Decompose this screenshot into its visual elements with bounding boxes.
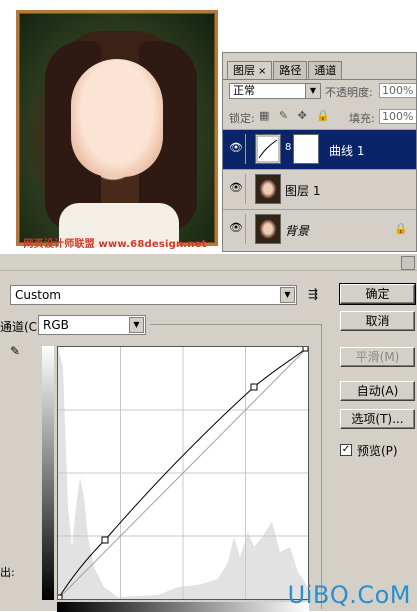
opacity-input[interactable]: 100% xyxy=(379,83,416,98)
curves-thumbnail-icon xyxy=(255,134,281,164)
site-logo: UiBQ.CoM xyxy=(287,581,411,609)
link-icon: 8 xyxy=(285,142,292,153)
options-button[interactable]: 选项(T)... xyxy=(340,409,415,429)
fill-label: 填充: xyxy=(349,112,375,125)
tab-layers-label: 图层 xyxy=(233,64,255,77)
layer-row-background[interactable]: 👁 背景 🔒 xyxy=(223,209,416,249)
lock-icon: 🔒 xyxy=(394,222,408,235)
curve-point[interactable] xyxy=(250,383,258,391)
preset-select[interactable]: Custom ▼ xyxy=(10,285,297,305)
channel-value: RGB xyxy=(43,318,69,332)
tab-layers[interactable]: 图层 × xyxy=(227,61,273,80)
lock-icons[interactable]: ▦ ✎ ✥ 🔒 xyxy=(259,109,333,122)
blend-mode-value: 正常 xyxy=(233,84,255,97)
face xyxy=(71,59,163,177)
auto-button[interactable]: 自动(A) xyxy=(340,381,415,401)
close-icon[interactable] xyxy=(401,256,415,270)
tab-paths[interactable]: 路径 xyxy=(273,61,308,79)
curve-point[interactable] xyxy=(56,594,63,601)
curves-dialog: Custom ▼ ⇶ 通道(C): RGB ▼ ✎ 确定 取消 平滑(M) 自动… xyxy=(0,252,417,612)
tab-channels[interactable]: 通道 xyxy=(308,61,343,79)
lock-label: 锁定: xyxy=(229,112,255,125)
layer-name: 背景 xyxy=(285,224,310,238)
opacity-label: 不透明度: xyxy=(325,86,373,99)
photo-watermark: 网页设计师联盟 www.68design.net xyxy=(23,239,207,250)
portrait-photo xyxy=(16,10,218,247)
output-gradient-bar xyxy=(42,346,54,600)
divider xyxy=(321,324,322,609)
output-label: 出: xyxy=(0,566,15,579)
preset-options-icon[interactable]: ⇶ xyxy=(308,287,318,301)
eye-icon[interactable]: 👁 xyxy=(229,222,243,234)
cancel-button[interactable]: 取消 xyxy=(340,311,415,331)
curve-point[interactable] xyxy=(302,345,309,352)
layer-mask-thumbnail xyxy=(293,134,319,164)
fill-input[interactable]: 100% xyxy=(379,109,416,124)
preview-label: 预览(P) xyxy=(357,444,398,458)
curves-graph-svg[interactable] xyxy=(56,345,309,601)
layer-row-curves[interactable]: 👁 8 曲线 1 xyxy=(223,129,416,169)
photo-area: 网页设计师联盟 www.68design.net xyxy=(0,0,230,252)
blend-mode-select[interactable]: 正常 ▼ xyxy=(229,83,321,99)
channel-select[interactable]: RGB ▼ xyxy=(38,315,146,335)
curve-point[interactable] xyxy=(101,536,109,544)
close-icon[interactable]: × xyxy=(258,66,266,77)
dialog-titlebar xyxy=(0,254,417,271)
layer-thumbnail xyxy=(255,214,281,244)
eye-icon[interactable]: 👁 xyxy=(229,182,243,194)
tab-paths-label: 路径 xyxy=(279,64,302,77)
layer-row-image[interactable]: 👁 图层 1 xyxy=(223,169,416,209)
divider xyxy=(223,79,416,80)
layer-name: 曲线 1 xyxy=(329,144,365,158)
layers-tabs: 图层 × 路径 通道 xyxy=(227,61,343,80)
chevron-down-icon: ▼ xyxy=(280,287,295,303)
tab-channels-label: 通道 xyxy=(314,64,337,77)
pencil-icon[interactable]: ✎ xyxy=(10,344,20,358)
chevron-down-icon: ▼ xyxy=(129,317,144,333)
eye-icon[interactable]: 👁 xyxy=(229,142,243,154)
layer-thumbnail xyxy=(255,174,281,204)
divider xyxy=(150,324,322,325)
ok-button[interactable]: 确定 xyxy=(339,283,416,305)
layer-name: 图层 1 xyxy=(285,184,321,198)
smooth-button[interactable]: 平滑(M) xyxy=(340,347,415,367)
chevron-down-icon: ▼ xyxy=(305,84,320,98)
preview-checkbox[interactable]: ✓ xyxy=(340,444,352,456)
preset-value: Custom xyxy=(15,288,61,302)
layers-panel: 图层 × 路径 通道 正常 ▼ 不透明度: 100% 锁定: ▦ ✎ ✥ 🔒 填充… xyxy=(222,52,417,252)
curves-graph[interactable] xyxy=(56,345,309,601)
